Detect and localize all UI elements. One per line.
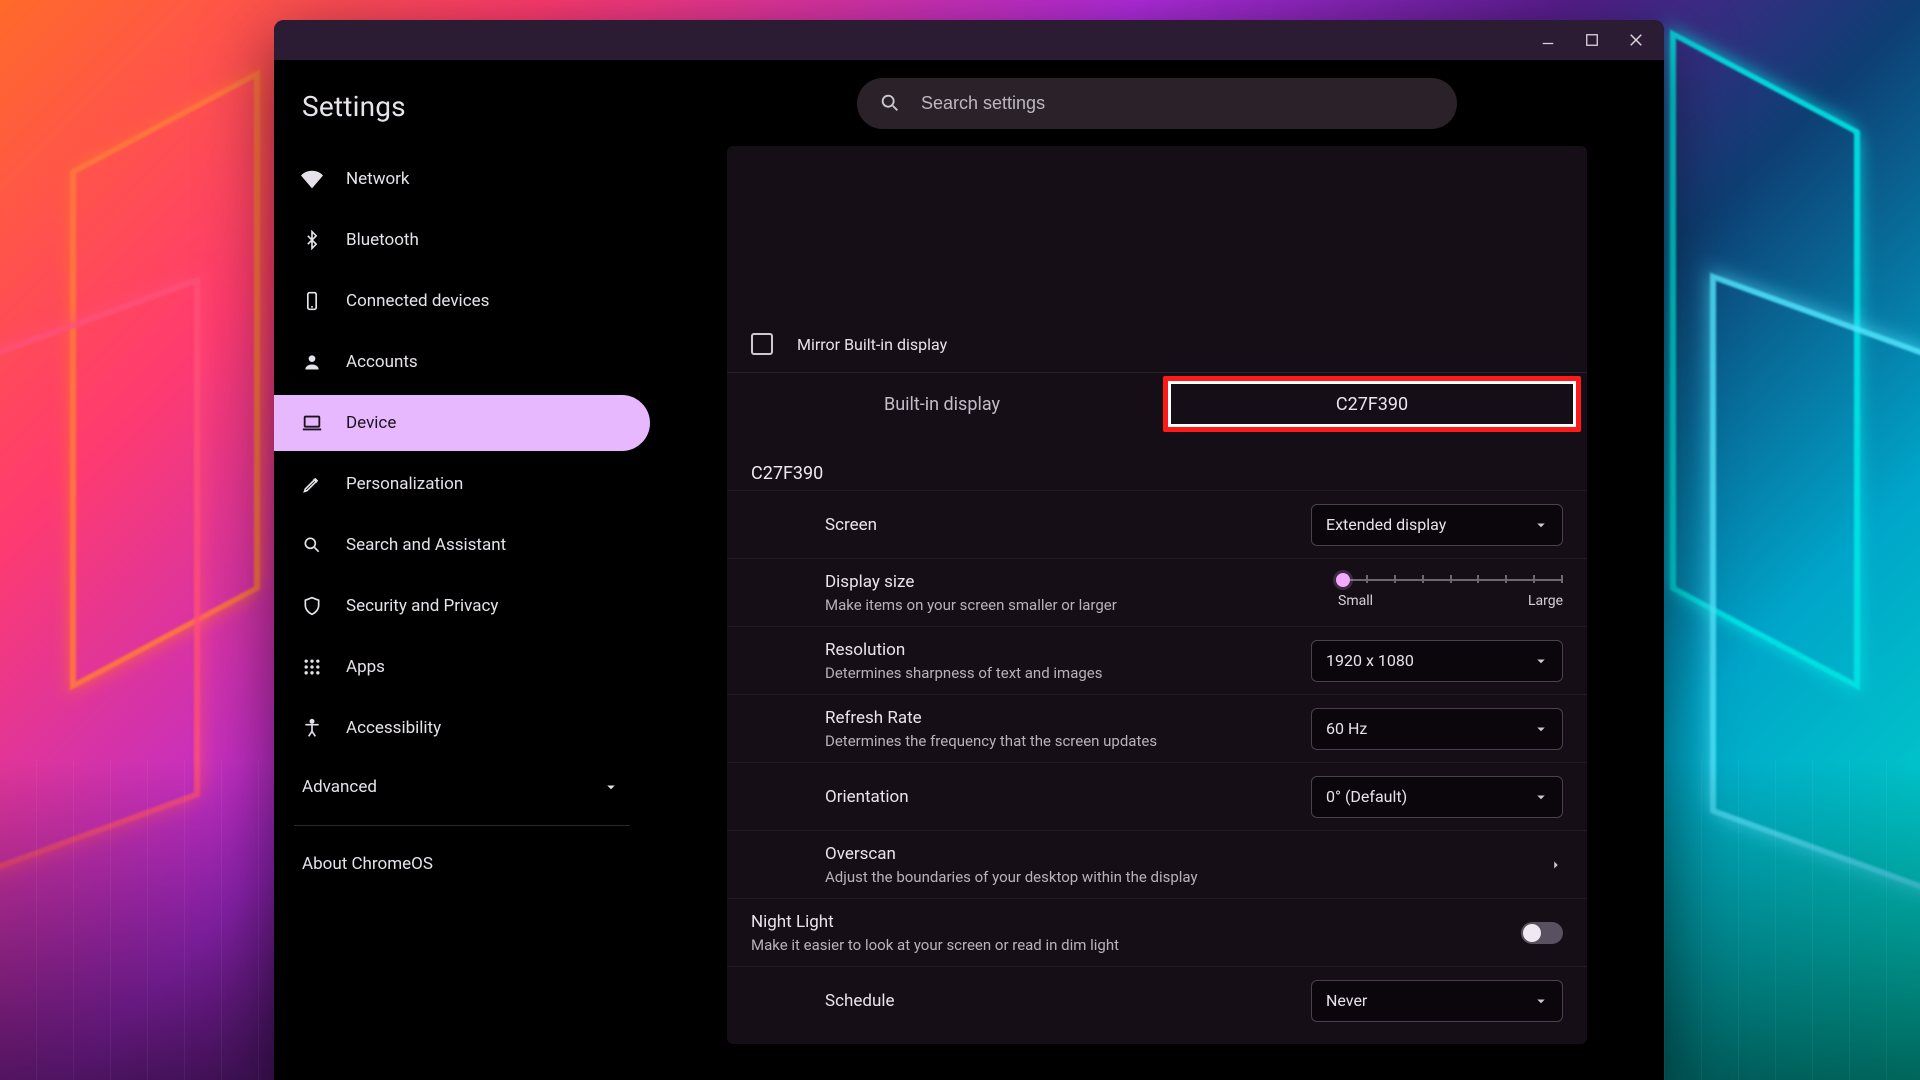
overscan-sub: Adjust the boundaries of your desktop wi… (825, 868, 1198, 886)
select-value: Never (1326, 991, 1367, 1010)
sidebar-item-label: Search and Assistant (346, 535, 506, 555)
app-title: Settings (274, 80, 650, 151)
orientation-row: Orientation 0° (Default) (727, 762, 1587, 830)
chevron-down-icon (602, 778, 620, 796)
display-tabs: Built-in display C27F390 (727, 372, 1587, 435)
orientation-select[interactable]: 0° (Default) (1311, 776, 1563, 818)
chevron-down-icon (1532, 652, 1550, 670)
schedule-row: Schedule Never (727, 966, 1587, 1034)
mirror-display-checkbox[interactable] (751, 333, 773, 355)
resolution-select[interactable]: 1920 x 1080 (1311, 640, 1563, 682)
chevron-right-icon (1549, 858, 1563, 872)
sidebar-about-chromeos[interactable]: About ChromeOS (274, 838, 650, 890)
pencil-icon (300, 472, 324, 496)
sidebar-item-accounts[interactable]: Accounts (274, 334, 650, 390)
overscan-row[interactable]: Overscan Adjust the boundaries of your d… (727, 830, 1587, 898)
refresh-rate-row: Refresh Rate Determines the frequency th… (727, 694, 1587, 762)
schedule-select[interactable]: Never (1311, 980, 1563, 1022)
settings-sidebar: Settings Network Bluetooth (274, 60, 650, 1080)
resolution-row: Resolution Determines sharpness of text … (727, 626, 1587, 694)
select-value: Extended display (1326, 515, 1446, 534)
sidebar-advanced-toggle[interactable]: Advanced (274, 761, 650, 813)
chevron-down-icon (1532, 788, 1550, 806)
tab-label: Built-in display (884, 394, 1000, 415)
settings-window: Settings Network Bluetooth (274, 20, 1664, 1080)
chevron-down-icon (1532, 516, 1550, 534)
sidebar-item-device[interactable]: Device (274, 395, 650, 451)
refresh-rate-title: Refresh Rate (825, 708, 1157, 728)
select-value: 0° (Default) (1326, 787, 1407, 806)
phone-icon (300, 289, 324, 313)
bluetooth-icon (300, 228, 324, 252)
sidebar-item-network[interactable]: Network (274, 151, 650, 207)
select-value: 60 Hz (1326, 719, 1367, 738)
display-size-slider[interactable]: Small Large (1338, 571, 1563, 615)
sidebar-item-label: Security and Privacy (346, 596, 498, 616)
tab-label: C27F390 (1336, 394, 1408, 415)
tab-external-display[interactable]: C27F390 (1157, 373, 1587, 435)
sidebar-item-label: Apps (346, 657, 385, 677)
sidebar-item-search-assistant[interactable]: Search and Assistant (274, 517, 650, 573)
laptop-icon (300, 411, 324, 435)
sidebar-item-label: Connected devices (346, 291, 489, 311)
sidebar-item-label: Accessibility (346, 718, 441, 738)
overscan-title: Overscan (825, 844, 1198, 864)
sidebar-item-connected-devices[interactable]: Connected devices (274, 273, 650, 329)
night-light-toggle[interactable] (1521, 922, 1563, 944)
window-close-button[interactable] (1614, 20, 1658, 60)
refresh-rate-sub: Determines the frequency that the screen… (825, 732, 1157, 750)
sidebar-item-label: Personalization (346, 474, 463, 494)
resolution-title: Resolution (825, 640, 1102, 660)
chevron-down-icon (1532, 720, 1550, 738)
resolution-sub: Determines sharpness of text and images (825, 664, 1102, 682)
night-light-sub: Make it easier to look at your screen or… (751, 936, 1119, 954)
display-size-sub: Make items on your screen smaller or lar… (825, 596, 1117, 614)
display-size-title: Display size (825, 572, 1117, 592)
search-input[interactable] (921, 93, 1437, 114)
sidebar-item-label: Network (346, 169, 410, 189)
night-light-row: Night Light Make it easier to look at yo… (727, 898, 1587, 966)
display-section-heading: C27F390 (727, 435, 1587, 490)
screen-title: Screen (825, 515, 877, 535)
screen-row: Screen Extended display (727, 490, 1587, 558)
mirror-display-label: Mirror Built-in display (797, 335, 947, 354)
settings-main: Mirror Built-in display Built-in display… (650, 60, 1664, 1080)
sidebar-item-label: Device (346, 413, 396, 433)
sidebar-item-apps[interactable]: Apps (274, 639, 650, 695)
search-settings-field[interactable] (857, 78, 1457, 129)
tab-built-in-display[interactable]: Built-in display (727, 373, 1157, 435)
sidebar-item-bluetooth[interactable]: Bluetooth (274, 212, 650, 268)
accessibility-icon (300, 716, 324, 740)
window-titlebar[interactable] (274, 20, 1664, 60)
sidebar-item-accessibility[interactable]: Accessibility (274, 700, 650, 756)
orientation-title: Orientation (825, 787, 909, 807)
display-size-row: Display size Make items on your screen s… (727, 558, 1587, 626)
night-light-title: Night Light (751, 912, 1119, 932)
slider-thumb[interactable] (1336, 573, 1350, 587)
sidebar-separator (294, 825, 630, 826)
apps-grid-icon (300, 655, 324, 679)
search-icon (300, 533, 324, 557)
sidebar-item-security-privacy[interactable]: Security and Privacy (274, 578, 650, 634)
schedule-title: Schedule (825, 991, 894, 1011)
window-maximize-button[interactable] (1570, 20, 1614, 60)
displays-panel: Mirror Built-in display Built-in display… (727, 146, 1587, 1044)
slider-min-label: Small (1338, 593, 1373, 609)
sidebar-about-label: About ChromeOS (302, 854, 433, 874)
person-icon (300, 350, 324, 374)
wifi-icon (300, 167, 324, 191)
search-icon (879, 92, 901, 114)
chevron-down-icon (1532, 992, 1550, 1010)
refresh-rate-select[interactable]: 60 Hz (1311, 708, 1563, 750)
sidebar-item-personalization[interactable]: Personalization (274, 456, 650, 512)
mirror-display-row: Mirror Built-in display (727, 316, 1587, 372)
select-value: 1920 x 1080 (1326, 651, 1414, 670)
sidebar-item-label: Accounts (346, 352, 418, 372)
slider-max-label: Large (1528, 593, 1563, 609)
screen-mode-select[interactable]: Extended display (1311, 504, 1563, 546)
shield-icon (300, 594, 324, 618)
sidebar-advanced-label: Advanced (302, 777, 377, 797)
window-minimize-button[interactable] (1526, 20, 1570, 60)
sidebar-item-label: Bluetooth (346, 230, 419, 250)
